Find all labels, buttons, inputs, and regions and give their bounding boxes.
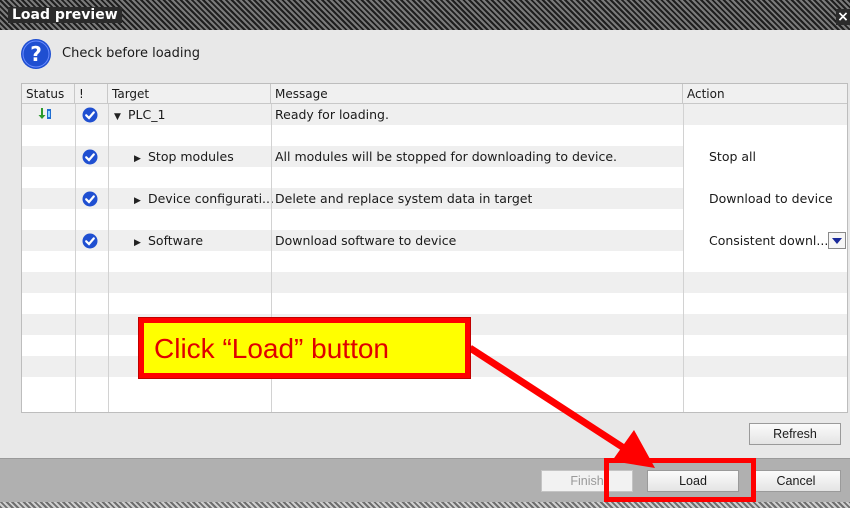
target-label: PLC_1 [127, 107, 166, 122]
target-label: Stop modules [147, 149, 234, 164]
close-icon[interactable]: × [836, 9, 850, 25]
target-cell: ▶ Software [134, 230, 203, 251]
table-row[interactable]: ▶ Software Download software to device C… [22, 230, 847, 251]
cancel-button[interactable]: Cancel [751, 470, 841, 492]
table-row [22, 293, 847, 314]
expand-arrow-icon[interactable]: ▶ [134, 233, 144, 251]
table-row [22, 209, 847, 230]
refresh-button[interactable]: Refresh [749, 423, 841, 445]
info-row: ? Check before loading [20, 38, 840, 70]
column-divider [75, 104, 76, 412]
header-bang[interactable]: ! [75, 84, 108, 104]
download-status-icon [38, 108, 51, 119]
expand-arrow-icon[interactable]: ▶ [134, 149, 144, 167]
header-status[interactable]: Status [22, 84, 75, 104]
info-text: Check before loading [62, 46, 200, 61]
message-cell: All modules will be stopped for download… [275, 149, 618, 164]
target-label: Software [147, 233, 204, 248]
table-row[interactable]: ▶ Device configurati... Delete and repla… [22, 188, 847, 209]
action-label: Download to device [709, 191, 833, 206]
chevron-down-icon [832, 238, 842, 244]
target-label: Device configurati... [147, 191, 274, 206]
header-action[interactable]: Action [683, 84, 847, 104]
table-row [22, 125, 847, 146]
header-target[interactable]: Target [108, 84, 271, 104]
table-row [22, 377, 847, 398]
svg-text:?: ? [30, 42, 42, 66]
target-cell: ▶ Stop modules [134, 146, 234, 167]
window-border [0, 502, 850, 508]
dialog-title: Load preview [8, 7, 122, 23]
table-row[interactable]: ▼ PLC_1 Ready for loading. [22, 104, 847, 125]
check-circle-icon [82, 107, 98, 123]
action-cell[interactable]: Download to device [683, 188, 847, 209]
header-message[interactable]: Message [271, 84, 683, 104]
target-cell: ▶ Device configurati... [134, 188, 274, 209]
title-bar: Load preview × [0, 0, 850, 30]
expand-arrow-icon[interactable]: ▶ [134, 191, 144, 209]
check-circle-icon [82, 149, 98, 165]
table-row[interactable]: ▶ Stop modules All modules will be stopp… [22, 146, 847, 167]
check-circle-icon [82, 233, 98, 249]
message-cell: Download software to device [275, 233, 457, 248]
target-cell: ▼ PLC_1 [114, 104, 165, 125]
message-cell: Delete and replace system data in target [275, 191, 533, 206]
message-cell: Ready for loading. [275, 107, 389, 122]
load-preview-dialog: Load preview × ? Check before loading St… [0, 0, 850, 508]
table-row [22, 272, 847, 293]
annotation-highlight-box [604, 458, 756, 502]
column-divider [683, 104, 684, 412]
column-divider [108, 104, 109, 412]
action-cell[interactable]: Stop all [683, 146, 847, 167]
dropdown-button[interactable] [828, 232, 846, 249]
annotation-text: Click “Load” button [154, 333, 390, 364]
table-row [22, 251, 847, 272]
table-row [22, 167, 847, 188]
action-dropdown[interactable]: Consistent downl... [683, 230, 847, 251]
question-circle-icon: ? [21, 39, 51, 69]
action-label: Stop all [709, 149, 756, 164]
annotation-callout: Click “Load” button [139, 318, 470, 378]
check-circle-icon [82, 191, 98, 207]
action-label: Consistent downl... [709, 233, 829, 248]
collapse-arrow-icon[interactable]: ▼ [114, 107, 124, 125]
table-header: Status ! Target Message Action [22, 84, 847, 104]
